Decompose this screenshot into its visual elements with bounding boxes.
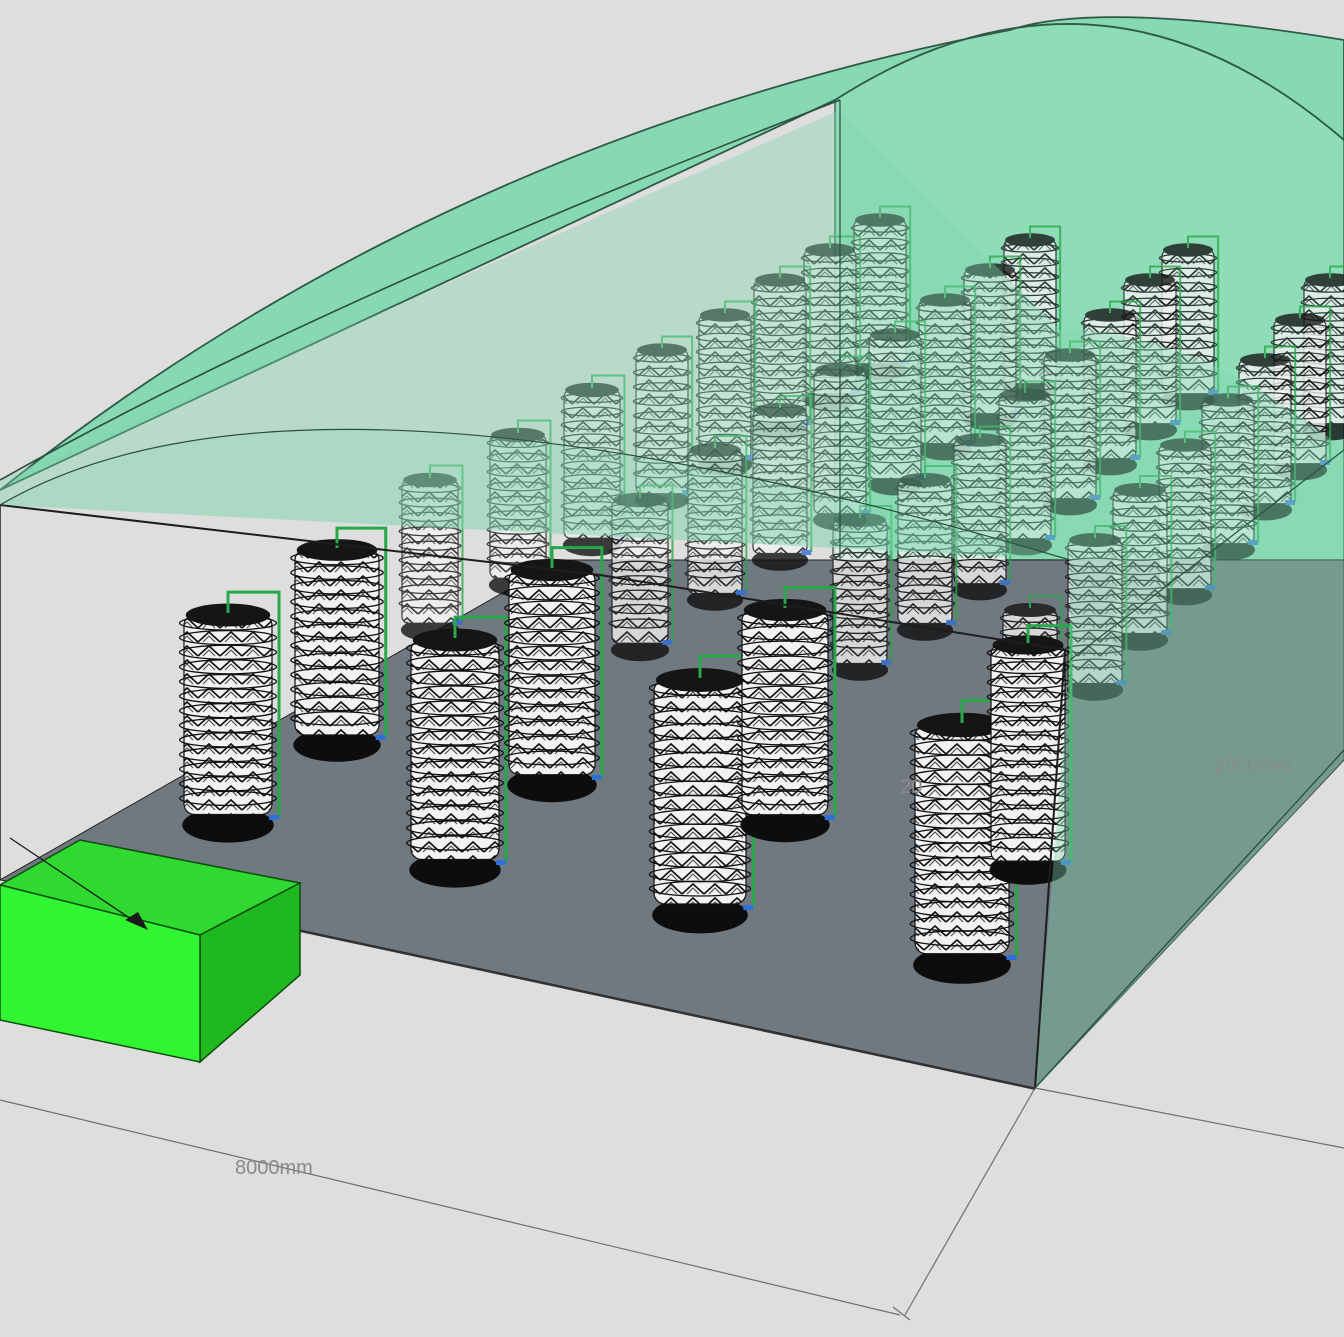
hydroponic-tower[interactable] [737,586,837,843]
hydroponic-tower[interactable] [648,654,755,934]
row-spacing-dimension-label: 2000mm [1214,755,1292,777]
partial-dimension-label: 20 [900,776,922,798]
hydroponic-tower[interactable] [405,615,508,888]
hydroponic-tower[interactable] [290,526,388,762]
model-viewport[interactable]: 8000mm 2000mm 20 [0,0,1344,1337]
hydroponic-tower[interactable] [504,546,604,803]
hydroponic-tower[interactable] [178,590,281,843]
length-dimension-label: 8000mm [235,1157,313,1179]
greenhouse-scene: 8000mm 2000mm 20 [0,16,1344,1321]
